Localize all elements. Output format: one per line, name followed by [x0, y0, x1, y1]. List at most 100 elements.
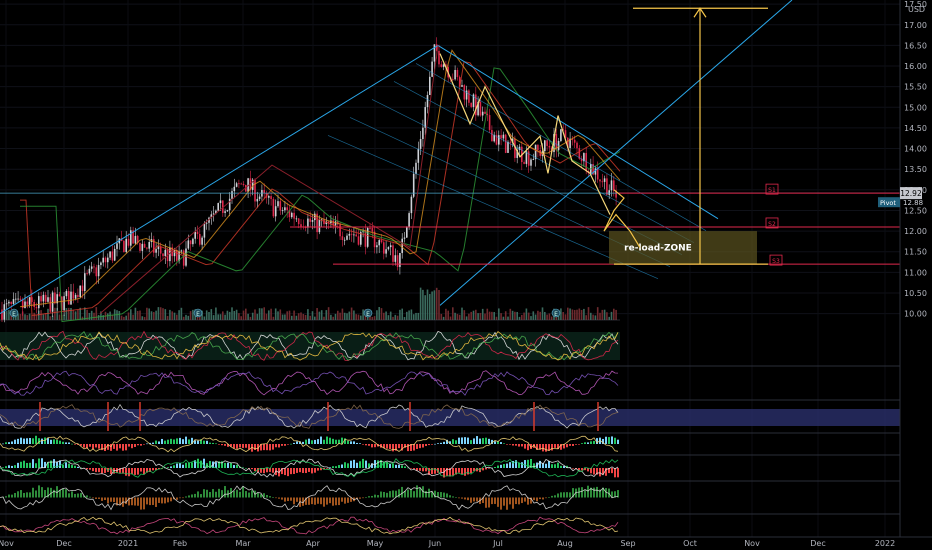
histogram-bar	[311, 468, 313, 474]
time-axis-label: Apr	[306, 539, 321, 548]
volume-bar	[606, 312, 608, 320]
candle-body	[63, 296, 65, 311]
volume-bar	[339, 312, 341, 320]
histogram-bar	[20, 437, 22, 444]
candle-body	[127, 238, 130, 246]
histogram-bar	[347, 440, 349, 444]
histogram-bar	[272, 444, 274, 450]
volume-bar	[261, 308, 263, 320]
histogram-bar	[233, 491, 235, 498]
histogram-bar	[416, 444, 418, 449]
volume-bar	[578, 308, 581, 320]
histogram-bar	[65, 489, 67, 498]
volume-bar	[263, 307, 265, 320]
volume-bar	[442, 316, 445, 320]
histogram-bar	[59, 440, 61, 444]
histogram-bar	[284, 468, 286, 476]
volume-bar	[378, 307, 380, 320]
volume-bar	[210, 309, 213, 320]
histogram-bar	[488, 438, 490, 444]
candle-body	[79, 285, 81, 298]
candle-body	[537, 144, 539, 151]
volume-bar	[456, 313, 459, 320]
candle-body	[456, 69, 459, 78]
histogram-bar	[590, 441, 592, 444]
candle-body	[353, 234, 355, 236]
volume-bar	[26, 315, 29, 320]
histogram-bar	[95, 444, 97, 448]
histogram-bar	[95, 497, 97, 499]
volume-bar	[136, 310, 139, 320]
histogram-bar	[464, 497, 466, 500]
candle-body	[297, 218, 300, 225]
volume-bar	[440, 313, 443, 320]
histogram-bar	[299, 468, 301, 473]
histogram-bar	[224, 486, 226, 498]
price-tick-label: 12.00	[904, 227, 927, 236]
volume-bar	[550, 316, 553, 320]
candle-body	[431, 61, 433, 77]
volume-bar	[304, 315, 307, 320]
histogram-bar	[338, 465, 340, 468]
histogram-bar	[272, 497, 274, 498]
histogram-bar	[185, 462, 187, 468]
candle-body	[180, 250, 183, 252]
histogram-bar	[284, 497, 286, 502]
histogram-bar	[38, 485, 40, 498]
histogram-bar	[14, 492, 16, 498]
histogram-bar	[68, 493, 70, 498]
histogram-bar	[173, 465, 175, 468]
volume-bar	[33, 312, 35, 320]
candle-body	[72, 291, 75, 299]
histogram-bar	[242, 486, 244, 498]
histogram-bar	[317, 497, 319, 504]
earnings-marker-label: E	[554, 311, 558, 318]
volume-bar	[548, 313, 551, 320]
histogram-bar	[368, 496, 370, 498]
histogram-bar	[209, 442, 211, 444]
histogram-bar	[476, 497, 478, 502]
histogram-bar	[410, 488, 412, 498]
histogram-bar	[23, 460, 25, 468]
candle-body	[376, 245, 378, 248]
histogram-bar	[425, 490, 427, 498]
volume-bar	[399, 309, 401, 320]
histogram-bar	[470, 440, 472, 444]
histogram-bar	[350, 441, 352, 444]
candle-body	[468, 90, 470, 103]
histogram-bar	[11, 494, 13, 498]
candle-body	[603, 178, 606, 182]
histogram-bar	[482, 438, 484, 444]
histogram-bar	[554, 464, 556, 468]
candle-body	[58, 294, 61, 297]
volume-bar	[58, 314, 61, 320]
histogram-bar	[542, 497, 544, 500]
candle-body	[189, 240, 192, 245]
histogram-bar	[554, 444, 556, 448]
histogram-bar	[200, 494, 202, 498]
histogram-bar	[425, 444, 427, 447]
histogram-bar	[473, 438, 475, 444]
histogram-bar	[164, 440, 166, 444]
histogram-bar	[488, 497, 490, 508]
histogram-bar	[356, 462, 358, 468]
histogram-bar	[548, 497, 550, 498]
histogram-bar	[251, 468, 253, 470]
histogram-bar	[392, 444, 394, 452]
histogram-bar	[197, 491, 199, 498]
earnings-marker-label: E	[12, 311, 16, 318]
volume-bar	[132, 314, 134, 320]
histogram-bar	[521, 462, 523, 468]
volume-bar	[134, 307, 137, 320]
candle-body	[125, 238, 127, 252]
histogram-bar	[290, 443, 292, 445]
histogram-bar	[86, 495, 88, 498]
trading-chart[interactable]: S1S2S3re-load-ZONEEEEE 80.0040.0080.0040…	[0, 0, 932, 550]
volume-bar	[228, 311, 231, 320]
candle-body	[291, 212, 293, 218]
histogram-bar	[302, 441, 304, 444]
histogram-bar	[494, 441, 496, 444]
volume-bar	[49, 316, 52, 320]
candle-body	[357, 236, 360, 245]
histogram-bar	[401, 465, 403, 468]
